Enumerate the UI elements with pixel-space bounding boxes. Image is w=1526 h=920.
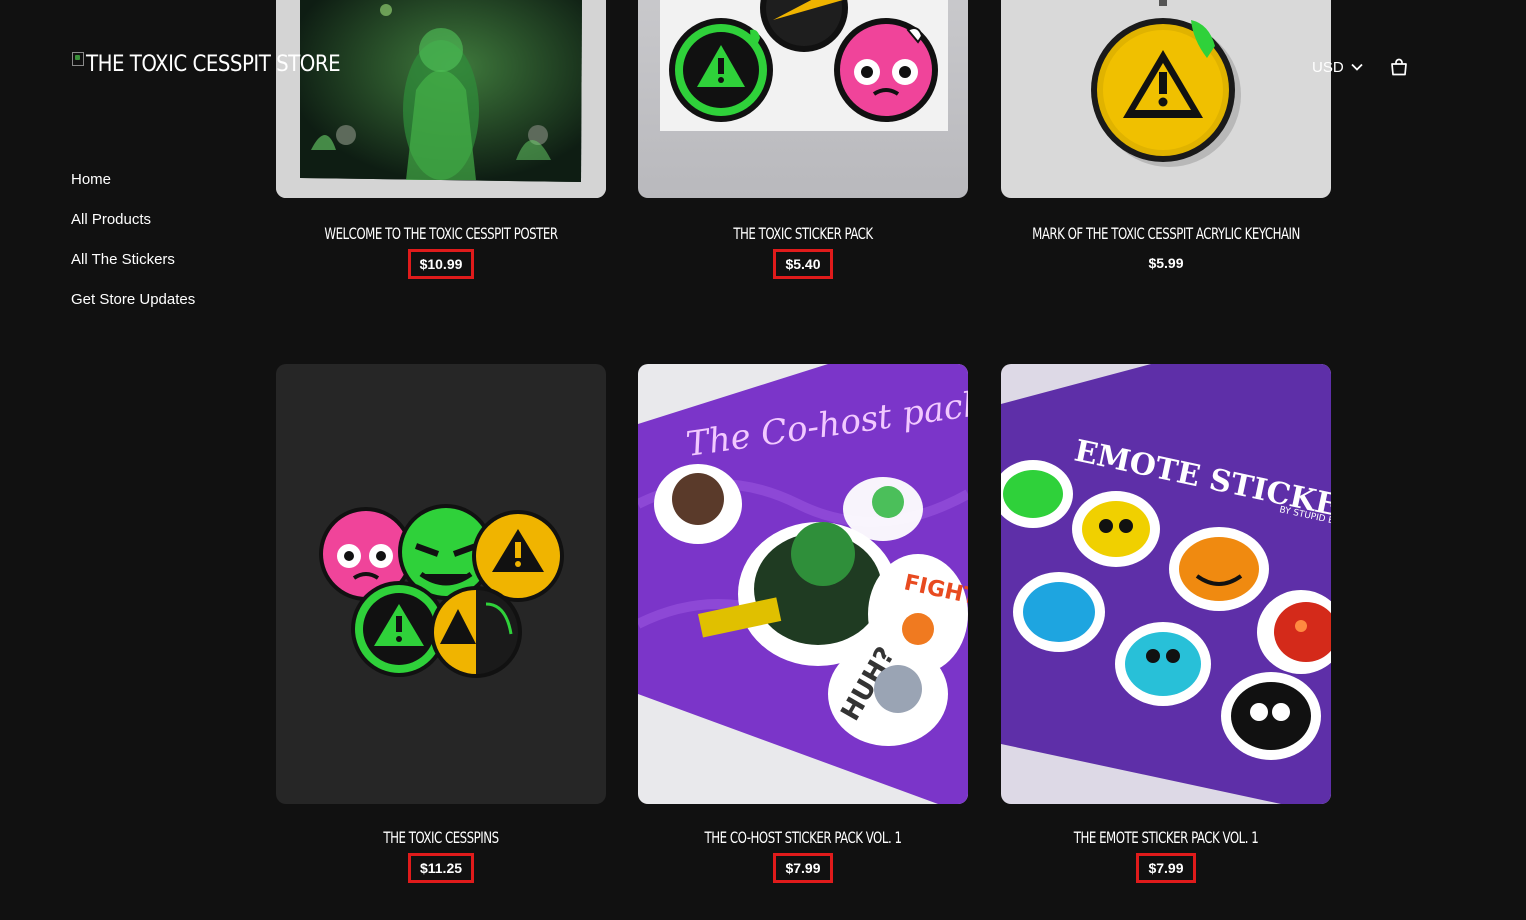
- currency-selector[interactable]: USD: [1312, 59, 1363, 76]
- product-image[interactable]: [276, 364, 606, 804]
- product-title[interactable]: THE TOXIC STICKER PACK: [668, 224, 939, 244]
- nav-item-all-products[interactable]: All Products: [71, 210, 195, 250]
- store-logo[interactable]: THE TOXIC CESSPIT STORE: [72, 51, 341, 77]
- product-price: $5.40: [773, 249, 833, 279]
- product-price: $11.25: [407, 853, 475, 883]
- product-card-cohost-pack[interactable]: The Co-host pack FIGHT HUH? THE CO-HOST …: [638, 364, 968, 883]
- product-card-poster[interactable]: WELCOME TO THE TOXIC CESSPIT POSTER $10.…: [276, 0, 606, 279]
- broken-image-icon: [72, 51, 84, 66]
- shopping-bag-icon: [1390, 58, 1407, 76]
- nav-item-home[interactable]: Home: [71, 170, 195, 210]
- product-price: $10.99: [407, 249, 475, 279]
- product-image[interactable]: [1001, 0, 1331, 198]
- cart-button[interactable]: [1390, 58, 1408, 76]
- chevron-down-icon: [1351, 63, 1363, 71]
- keychain-artwork: [1091, 0, 1241, 167]
- product-price: $5.99: [1148, 255, 1184, 271]
- header-controls: USD: [1312, 58, 1408, 76]
- emote-artwork: EMOTE STICKERS! BY STUPID BUTTERF: [1001, 364, 1331, 804]
- poster-artwork: [276, 0, 606, 198]
- currency-label: USD: [1312, 58, 1344, 76]
- product-card-cesspins[interactable]: THE TOXIC CESSPINS $11.25: [276, 364, 606, 883]
- product-card-emote-pack[interactable]: EMOTE STICKERS! BY STUPID BUTTERF THE EM…: [1001, 364, 1331, 883]
- product-price: $7.99: [773, 853, 833, 883]
- nav-item-get-store-updates[interactable]: Get Store Updates: [71, 290, 195, 330]
- product-title[interactable]: THE TOXIC CESSPINS: [306, 828, 577, 848]
- cohost-artwork: The Co-host pack FIGHT HUH?: [638, 364, 968, 804]
- sticker-pack-artwork: [660, 0, 948, 131]
- product-title[interactable]: MARK OF THE TOXIC CESSPIT ACRYLIC KEYCHA…: [1031, 224, 1302, 244]
- product-title[interactable]: WELCOME TO THE TOXIC CESSPIT POSTER: [306, 224, 577, 244]
- product-price: $7.99: [1136, 853, 1196, 883]
- sidebar-nav: Home All Products All The Stickers Get S…: [71, 170, 195, 330]
- product-title[interactable]: THE CO-HOST STICKER PACK VOL. 1: [668, 828, 939, 848]
- product-card-sticker-pack[interactable]: THE TOXIC STICKER PACK $5.40: [638, 0, 968, 279]
- product-card-keychain[interactable]: MARK OF THE TOXIC CESSPIT ACRYLIC KEYCHA…: [1001, 0, 1331, 277]
- product-image[interactable]: The Co-host pack FIGHT HUH?: [638, 364, 968, 804]
- pins-artwork: [319, 504, 564, 678]
- product-title[interactable]: THE EMOTE STICKER PACK VOL. 1: [1031, 828, 1302, 848]
- store-logo-alt-text: THE TOXIC CESSPIT STORE: [86, 52, 341, 77]
- product-image[interactable]: [276, 0, 606, 198]
- product-image[interactable]: [638, 0, 968, 198]
- product-image[interactable]: EMOTE STICKERS! BY STUPID BUTTERF: [1001, 364, 1331, 804]
- nav-item-all-the-stickers[interactable]: All The Stickers: [71, 250, 195, 290]
